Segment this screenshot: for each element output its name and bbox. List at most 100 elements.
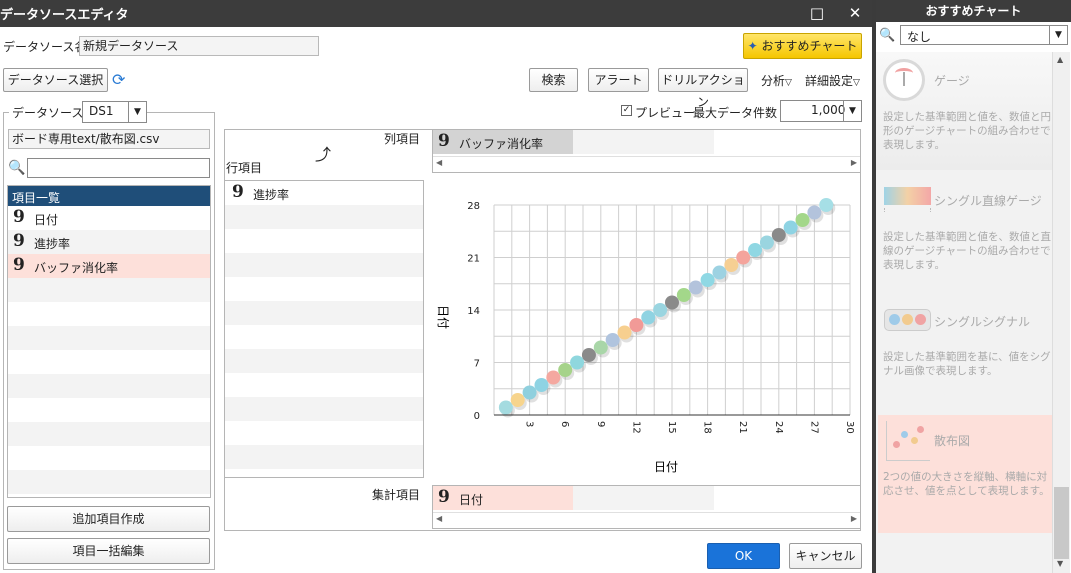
list-item[interactable]: 9 日付 [8,206,210,230]
x-axis-ticks: 3 6 9 12 15 18 21 24 27 30 [524,421,855,434]
sidebar-item-single-signal[interactable]: シングルシグナル 設定した基準範囲を基に、値をシグナル画像で表現します。 [876,300,1052,400]
wand-icon: ✦ [747,39,758,53]
list-item-label: バッファ消化率 [34,261,119,275]
sidebar-filter-select[interactable]: なし ▼ [900,25,1068,45]
aggregate-drop-area[interactable]: 9 日付 ◀ ▶ [432,485,861,529]
aggregate-item-chip[interactable]: 9 日付 [433,486,573,510]
row-item-label: 進捗率 [253,188,290,202]
columns-drop-area[interactable]: 9 バッファ消化率 ◀ ▶ [432,129,861,173]
recommend-sidebar: おすすめチャート 🔍 なし ▼ ゲージ 設定した基準範囲と値を、数値と円形のゲー… [876,0,1071,573]
scroll-up-icon[interactable]: ▲ [1057,55,1063,64]
max-rows-label: 最大データ件数 [693,106,778,120]
datasource-select[interactable]: DS1 ▼ [82,101,147,123]
detail-settings-label: 詳細設定 [805,74,854,88]
sidebar-item-desc: 2つの値の大きさを縦軸、横軸に対応させ、値を点として表現します。 [883,471,1050,497]
chevron-down-icon: ▼ [1049,26,1067,44]
row-slot [225,349,423,373]
y-tick-label: 21 [467,254,480,265]
x-tick-label: 3 [524,421,535,427]
data-point [629,318,644,332]
sidebar-item-desc: 設定した基準範囲を基に、値をシグナル画像で表現します。 [883,351,1051,377]
maximize-icon[interactable]: □ [806,3,828,23]
data-point [653,303,668,317]
refresh-icon[interactable]: ⟳ [112,70,125,89]
scroll-down-icon[interactable]: ▼ [1057,559,1063,568]
column-item-chip[interactable]: 9 バッファ消化率 [433,130,573,154]
sidebar-item-name: ゲージ [934,74,970,88]
data-point [712,265,727,280]
data-point [641,310,656,325]
rows-drop-area[interactable]: 9 進捗率 [224,180,424,478]
scroll-left-icon[interactable]: ◀ [436,158,442,167]
data-point [593,340,608,355]
row-slot [225,397,423,421]
analysis-menu[interactable]: 分析▽ [761,72,792,89]
swap-icon[interactable]: ⤴ [315,141,331,165]
item-search-input[interactable] [27,158,210,178]
data-point [676,288,691,302]
detail-settings-menu[interactable]: 詳細設定▽ [805,72,860,89]
list-item[interactable]: 9 バッファ消化率 [8,254,210,278]
empty-row [8,374,210,398]
preview-checkbox[interactable]: ✓ [621,105,632,116]
cancel-button[interactable]: キャンセル [789,543,862,569]
number-field-icon: 9 [13,255,25,275]
empty-row [8,278,210,302]
alert-button[interactable]: アラート [588,68,649,92]
data-point [771,228,786,242]
data-point [724,258,739,272]
chevron-down-icon: ▽ [785,78,792,88]
x-tick-label: 30 [844,421,855,434]
data-point [605,333,620,347]
sidebar-item-scatter[interactable]: 散布図 2つの値の大きさを縦軸、横軸に対応させ、値を点として表現します。 [878,415,1052,533]
column-item-label: バッファ消化率 [459,137,544,151]
recommend-chart-button[interactable]: ✦ おすすめチャート [743,33,862,59]
horizontal-scrollbar[interactable]: ◀ ▶ [433,156,860,172]
x-axis-label: 日付 [654,460,678,474]
number-field-icon: 9 [232,182,244,202]
ok-button[interactable]: OK [707,543,780,569]
y-tick-label: 28 [467,201,480,212]
scroll-left-icon[interactable]: ◀ [436,514,442,523]
data-point [498,400,513,415]
drill-action-button[interactable]: ドリルアクション [658,68,748,109]
linear-gauge-icon [884,187,931,205]
x-tick-label: 12 [630,421,641,434]
scroll-right-icon[interactable]: ▶ [851,514,857,523]
empty-row [8,422,210,446]
select-datasource-button[interactable]: データソース選択 [3,68,108,92]
datasource-label: データソース [9,104,87,121]
items-list: 項目一覧 9 日付 9 進捗率 9 バッファ消化率 [7,185,211,498]
x-tick-label: 9 [595,421,606,427]
datasource-name-field[interactable]: 新規データソース [79,36,319,56]
data-point [819,198,834,212]
row-item-chip[interactable]: 9 進捗率 [225,181,423,205]
data-point [510,393,525,407]
sidebar-item-name: シングルシグナル [934,315,1031,329]
dialog-title: データソースエディタ [0,8,129,23]
data-point [783,220,798,235]
data-point [807,205,822,220]
sidebar-item-linear-gauge[interactable]: シングル直線ゲージ 設定した基準範囲と値を、数値と直線のゲージチャートの組み合わ… [876,178,1052,288]
preview-label: プレビュー [635,106,696,120]
close-icon[interactable]: ✕ [844,3,866,23]
scrollbar-thumb[interactable] [1054,487,1069,559]
y-axis-label: 日付 [436,305,450,329]
aggregate-item-label: 日付 [459,493,484,507]
sidebar-item-gauge[interactable]: ゲージ 設定した基準範囲と値を、数値と円形のゲージチャートの組み合わせで表現しま… [876,52,1052,170]
scroll-right-icon[interactable]: ▶ [851,158,857,167]
datasource-file-field: ボード専用text/散布図.csv [8,129,210,149]
rows-label: 行項目 [226,161,263,175]
search-button[interactable]: 検索 [529,68,578,92]
scatter-icon [886,421,930,461]
bulk-edit-button[interactable]: 項目一括編集 [7,538,210,564]
horizontal-scrollbar[interactable]: ◀ ▶ [433,512,860,528]
sidebar-scrollbar[interactable]: ▲ ▼ [1052,52,1070,573]
add-item-button[interactable]: 追加項目作成 [7,506,210,532]
x-tick-label: 15 [666,421,677,434]
max-rows-select[interactable]: 1,000 ▼ [780,100,862,122]
chevron-down-icon: ▼ [128,102,146,122]
aggregate-slot [573,486,714,510]
list-item[interactable]: 9 進捗率 [8,230,210,254]
datasource-select-value: DS1 [89,104,114,118]
